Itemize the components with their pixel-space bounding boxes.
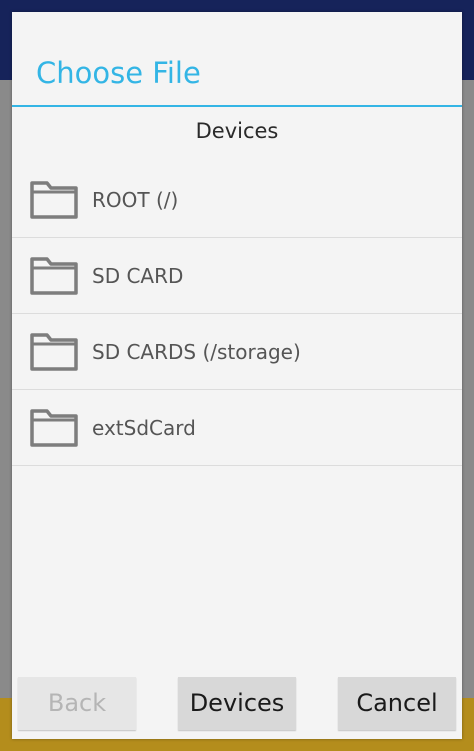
- section-header-devices: Devices: [195, 119, 279, 143]
- folder-icon: [29, 408, 79, 448]
- back-button[interactable]: Back: [18, 677, 136, 730]
- list-item-ext-sd-card[interactable]: extSdCard: [12, 390, 462, 466]
- cancel-button[interactable]: Cancel: [338, 677, 456, 730]
- device-list: ROOT (/) SD CARD SD CARDS (/storage) ext…: [12, 162, 462, 466]
- folder-icon: [29, 332, 79, 372]
- list-item-label: ROOT (/): [92, 188, 179, 212]
- list-item-sd-cards-storage[interactable]: SD CARDS (/storage): [12, 314, 462, 390]
- list-item-sd-card[interactable]: SD CARD: [12, 238, 462, 314]
- list-item-label: SD CARDS (/storage): [92, 340, 301, 364]
- folder-icon: [29, 256, 79, 296]
- folder-icon: [29, 180, 79, 220]
- list-item-root[interactable]: ROOT (/): [12, 162, 462, 238]
- choose-file-dialog: Choose File Devices ROOT (/) SD CARD SD …: [12, 12, 462, 739]
- list-item-label: SD CARD: [92, 264, 184, 288]
- screen: { "dialog": { "title": "Choose File", "s…: [0, 0, 474, 751]
- list-item-label: extSdCard: [92, 416, 196, 440]
- title-divider: [12, 105, 462, 107]
- devices-button[interactable]: Devices: [178, 677, 296, 730]
- dialog-title: Choose File: [36, 56, 201, 90]
